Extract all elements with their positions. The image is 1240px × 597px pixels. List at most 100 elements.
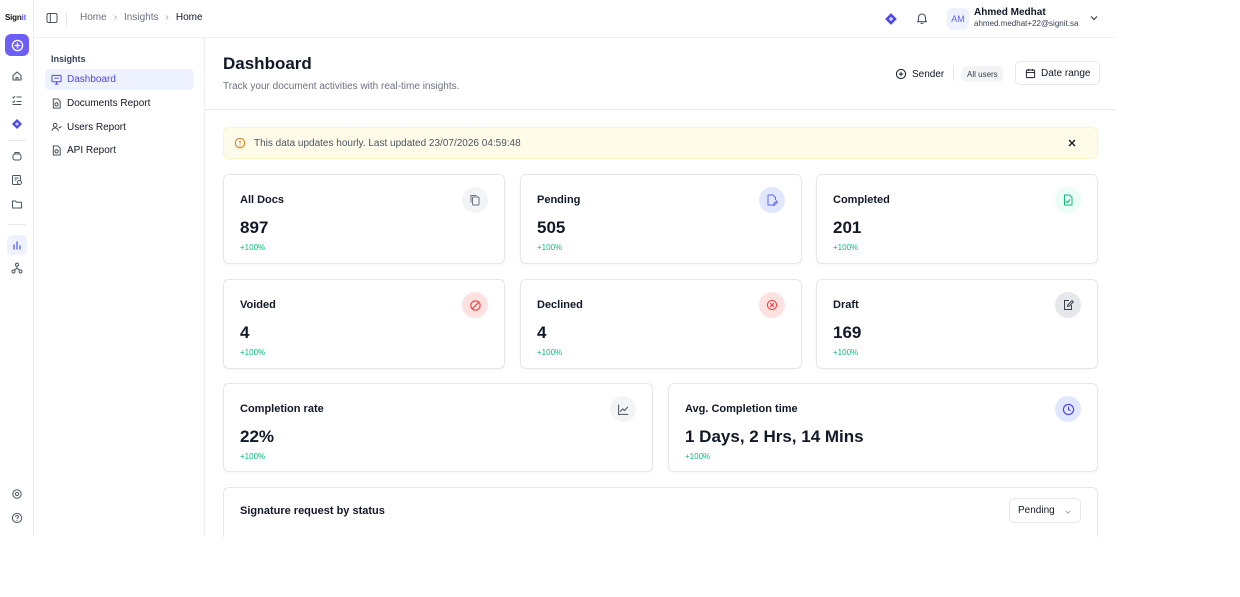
stat-value: 169 [833, 323, 862, 342]
monitor-icon [51, 74, 62, 85]
stat-card-declined[interactable]: Declined 4 +100% [520, 279, 802, 369]
rail-stamps[interactable] [7, 146, 27, 166]
metric-card-completion-rate[interactable]: Completion rate 22% +100% [223, 383, 653, 472]
plus-circle-icon [895, 68, 907, 80]
checklist-icon [12, 95, 22, 105]
top-bar: Home › Insights › Home AM Ahmed Medhat a… [34, 0, 1115, 38]
filter-divider [953, 67, 954, 81]
doc-check-icon [1055, 187, 1081, 213]
stat-card-completed[interactable]: Completed 201 +100% [816, 174, 1098, 264]
sidebar-toggle-icon[interactable] [46, 12, 58, 24]
rail-folders[interactable] [7, 194, 27, 214]
page-title: Dashboard [223, 54, 312, 73]
date-range-label: Date range [1041, 67, 1091, 79]
bell-icon[interactable] [915, 11, 929, 25]
create-button[interactable] [5, 34, 29, 56]
stat-title: Pending [537, 194, 581, 206]
sender-filter-button[interactable]: Sender [889, 62, 950, 86]
sidebar-item-label: Documents Report [67, 98, 151, 109]
rail-help[interactable] [7, 508, 27, 528]
metric-card-avg-completion-time[interactable]: Avg. Completion time 1 Days, 2 Hrs, 14 M… [668, 383, 1098, 472]
rail-home[interactable] [7, 66, 27, 86]
diamond-icon [12, 119, 22, 129]
logo-text: Sign [5, 13, 22, 22]
users-icon [51, 122, 62, 132]
stat-title: Voided [240, 299, 276, 311]
chevron-down-icon[interactable] [1089, 13, 1099, 23]
rail-organization[interactable] [7, 258, 27, 278]
logo-accent: it [21, 13, 27, 22]
doc-sign-icon [759, 187, 785, 213]
upgrade-diamond-icon[interactable] [884, 12, 898, 26]
stat-delta: +100% [833, 348, 859, 357]
stamp-icon [12, 152, 22, 161]
clock-icon [1055, 396, 1081, 422]
sidebar-item-label: Users Report [67, 122, 126, 133]
stat-delta: +100% [537, 243, 563, 252]
user-name[interactable]: Ahmed Medhat [974, 7, 1046, 18]
stat-value: 4 [240, 323, 250, 342]
stat-delta: +100% [833, 243, 859, 252]
users-filter-pill[interactable]: All users [962, 66, 1003, 82]
breadcrumb: Home › Insights › Home [80, 12, 203, 23]
warning-circle-icon [234, 137, 246, 149]
template-icon [12, 175, 22, 185]
metric-delta: +100% [240, 452, 266, 461]
metric-value: 1 Days, 2 Hrs, 14 Mins [685, 427, 864, 446]
avatar[interactable]: AM [947, 8, 969, 30]
sender-label: Sender [912, 68, 945, 80]
sidebar-item-dashboard[interactable]: Dashboard [45, 69, 194, 90]
plus-circle-icon [11, 39, 23, 51]
page-subtitle: Track your document activities with real… [223, 81, 460, 92]
stat-title: Draft [833, 299, 859, 311]
rail-settings[interactable] [7, 484, 27, 504]
update-alert-banner: This data updates hourly. Last updated 2… [223, 127, 1098, 159]
stat-title: All Docs [240, 194, 285, 206]
stat-value: 505 [537, 218, 566, 237]
home-icon [12, 71, 22, 81]
app-window: Signit Home › Insights › Home AM Ahmed M… [0, 0, 1115, 537]
status-select-value: Pending [1018, 505, 1055, 516]
breadcrumb-current: Home [175, 12, 203, 23]
folder-icon [12, 200, 22, 209]
sidebar-section-title: Insights [51, 54, 86, 64]
stat-value: 201 [833, 218, 862, 237]
section-title: Signature request by status [240, 505, 385, 517]
sidebar-item-documents-report[interactable]: Documents Report [45, 93, 194, 114]
stat-card-all-docs[interactable]: All Docs 897 +100% [223, 174, 505, 264]
stat-card-draft[interactable]: Draft 169 +100% [816, 279, 1098, 369]
sidebar-item-users-report[interactable]: Users Report [45, 117, 194, 138]
date-range-button[interactable]: Date range [1015, 61, 1101, 85]
stat-title: Completed [833, 194, 890, 206]
x-circle-icon [759, 292, 785, 318]
copy-icon [462, 187, 488, 213]
settings-icon [12, 489, 22, 499]
stat-delta: +100% [240, 243, 266, 252]
stat-delta: +100% [537, 348, 563, 357]
stat-value: 4 [537, 323, 547, 342]
sidebar-item-api-report[interactable]: API Report [45, 140, 194, 161]
rail-templates[interactable] [7, 170, 27, 190]
stat-value: 897 [240, 218, 269, 237]
calendar-icon [1025, 68, 1036, 78]
rail-plans[interactable] [7, 114, 27, 134]
stat-card-voided[interactable]: Voided 4 +100% [223, 279, 505, 369]
chevron-right-icon: › [165, 12, 169, 23]
help-icon [11, 512, 23, 524]
status-select[interactable]: Pending [1009, 498, 1081, 523]
api-doc-icon [52, 145, 61, 156]
chevron-down-icon [1065, 510, 1071, 514]
breadcrumb-home[interactable]: Home [80, 12, 107, 23]
void-icon [462, 292, 488, 318]
stat-card-pending[interactable]: Pending 505 +100% [520, 174, 802, 264]
brand-logo[interactable]: Signit [5, 13, 26, 22]
rail-divider [8, 224, 26, 225]
alert-text: This data updates hourly. Last updated 2… [254, 137, 521, 149]
sidebar-item-label: Dashboard [67, 74, 116, 85]
rail-tasks[interactable] [7, 90, 27, 110]
breadcrumb-insights[interactable]: Insights [124, 12, 158, 23]
user-email: ahmed.medhat+22@signit.sa [974, 19, 1079, 28]
close-icon[interactable] [1067, 138, 1077, 148]
rail-insights[interactable] [7, 235, 27, 255]
org-icon [11, 262, 23, 274]
